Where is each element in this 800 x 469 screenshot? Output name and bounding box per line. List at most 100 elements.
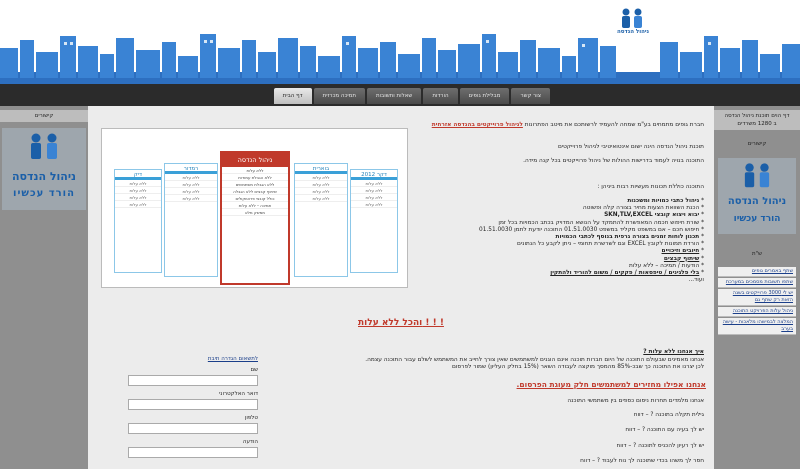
city-skyline-banner bbox=[0, 34, 800, 84]
competitor-card: דיק ללא עלות ללא עלות ללא עלות ללא עלות bbox=[114, 169, 162, 273]
tab-about[interactable]: מבלילת גופים bbox=[459, 88, 510, 104]
banner-title: ניהול הנדסה bbox=[727, 196, 787, 207]
card-row: ללא עלות bbox=[115, 180, 161, 187]
questions-intro: אנחנו מלמדים תחרות ניסום כספים בין משתמש… bbox=[567, 398, 704, 404]
card-row: ללא עלות bbox=[351, 201, 397, 208]
right-sidebar-title-line1: דף הוים תוכנת ניהול הנדסה bbox=[724, 113, 790, 119]
banner-subtitle: הורד עכשיו bbox=[13, 188, 75, 199]
competitor-card: דקר 2012 ללא עלות ללא עלות ללא עלות ללא … bbox=[350, 169, 398, 273]
question-item: גילית תקלה בתוכנה ? – דווח bbox=[633, 411, 704, 418]
card-row: תמיכה – ללא עלות bbox=[222, 202, 288, 209]
faq-link[interactable]: המלצה לבמישהו מלאכות - עישה בערב bbox=[718, 318, 796, 335]
feature-item: * יבוא ויצוא קובצי SKN,TLV,EXCEL bbox=[604, 212, 704, 219]
main-navigation: דף הבית תמיכה מכרזית שאלות ותשובות הורדו… bbox=[0, 84, 800, 106]
logo-text: ניהול הנדסה bbox=[616, 29, 650, 35]
feature-item: * הורדת תמונות לקובץ EXCEL וגם לשרשרת תח… bbox=[516, 241, 704, 248]
feature-item: * הודעות / תמיכה – ללא עלות bbox=[628, 262, 704, 269]
right-download-banner[interactable]: ניהול הנדסה הורד עכשיו bbox=[718, 158, 796, 234]
banner-subtitle: הורד עכשיו bbox=[733, 214, 781, 224]
card-row: ללא עלות bbox=[165, 188, 217, 195]
card-row: ללא הגבלת עמודות bbox=[222, 174, 288, 181]
feature-item: * הכנת השוואת הצעות מחיר בצורה קלה ופשוט… bbox=[582, 205, 704, 212]
faq-link[interactable]: שתפו תשובות מסמכים במערכת bbox=[718, 278, 796, 288]
card-row: ללא עלות bbox=[115, 194, 161, 201]
tab-faq[interactable]: שאלות ותשובות bbox=[366, 88, 422, 104]
card-row: ללא עלות bbox=[165, 181, 217, 188]
phone-input[interactable] bbox=[128, 423, 258, 434]
card-row: ללא עלות bbox=[295, 195, 347, 202]
intro-text: חברת גופים מתמחים בע"מ שמחה להעמיד לרשות… bbox=[524, 122, 704, 128]
card-row: ללא עלות bbox=[115, 187, 161, 194]
intro-line-3: התוכנה בנויה לעמוד בדרישות ההולות של ניה… bbox=[523, 158, 704, 164]
etc-text: ועוד... bbox=[688, 277, 704, 284]
card-row: ללא עלות bbox=[115, 201, 161, 208]
site-header: ניהול הנדסה bbox=[0, 0, 800, 84]
faq-links: שתף באמרים גופים שתפו תשובות מסמכים במער… bbox=[718, 267, 796, 336]
card-title: דקר 2012 bbox=[351, 170, 397, 180]
questions-section: אנחנו מלמדים תחרות ניסום כספים בין משתמש… bbox=[404, 398, 704, 466]
card-row: ללא עלות bbox=[295, 174, 347, 181]
right-sidebar-title-line2: ב 1280 משרדים bbox=[737, 121, 777, 127]
card-row: ללא עלות bbox=[165, 195, 217, 202]
card-title: בוארית bbox=[295, 164, 347, 174]
contact-form: לתשאום הגדרה תיבת שם דואר האלקטרוני טלפו… bbox=[128, 356, 258, 458]
email-label: דואר האלקטרוני bbox=[219, 391, 258, 397]
main-content: חברת גופים מתמחים בע"מ שמחה להעמיד לרשות… bbox=[88, 106, 714, 469]
feature-item: * חיפוש חכם – אם במשפט מקליד במשפט 01.51… bbox=[479, 226, 704, 233]
competitor-card: רמדור ללא עלות ללא עלות ללא עלות ללא עלו… bbox=[164, 163, 218, 277]
card-title: רמדור bbox=[165, 164, 217, 174]
faq-link[interactable]: שתף באמרים גופים bbox=[718, 267, 796, 277]
card-title: דיק bbox=[115, 170, 161, 180]
card-row: ללא עלות bbox=[351, 187, 397, 194]
left-sidebar: קישורים ניהול הנדסה הורד עכשיו bbox=[0, 106, 88, 469]
card-row: ללא הגבלת משתמשים bbox=[222, 181, 288, 188]
name-input[interactable] bbox=[128, 375, 258, 386]
competitor-card: בוארית ללא עלות ללא עלות ללא עלות ללא על… bbox=[294, 163, 348, 277]
features-title: התוכנה כוללת תכונות מעשיות רבות ביניהן : bbox=[597, 184, 704, 190]
card-row: ללא עלות bbox=[351, 194, 397, 201]
name-label: שם bbox=[250, 367, 258, 373]
question-item: חסר לך משהו בכדי שתוכנה לך נוח לעבוד ? –… bbox=[580, 458, 704, 465]
feature-item: * חיובים וזיכויים bbox=[661, 248, 704, 255]
faq-link[interactable]: יש לי 3000 פרוייקטים בשנה הזאת רק שתף גם bbox=[718, 289, 796, 306]
tab-home[interactable]: דף הבית bbox=[273, 88, 312, 104]
card-row: ממשק מלא bbox=[222, 209, 288, 216]
card-row: ללא עלות bbox=[295, 181, 347, 188]
card-row: ללא עלות bbox=[222, 167, 288, 174]
message-input[interactable] bbox=[128, 447, 258, 458]
question-item: יש לך בעיה עם התוכנה ? – דווח bbox=[625, 427, 704, 434]
tab-contact[interactable]: צור קשר bbox=[511, 88, 550, 104]
featured-card-title: ניהול הנדסה bbox=[222, 153, 288, 167]
form-title-link[interactable]: לתשאום הגדרה תיבת bbox=[128, 356, 258, 362]
intro-highlight-link[interactable]: לניהול פרוייקטים בהנדסה אזרחית bbox=[432, 122, 523, 128]
faq-section-title: ש"ת bbox=[751, 251, 763, 257]
tab-downloads[interactable]: הורדות bbox=[423, 88, 458, 104]
right-sidebar-header: דף הוים תוכנת ניהול הנדסה ב 1280 משרדים bbox=[714, 110, 800, 130]
right-sidebar: דף הוים תוכנת ניהול הנדסה ב 1280 משרדים … bbox=[714, 106, 800, 469]
message-label: הודעה bbox=[242, 439, 258, 445]
comparison-promo-image: דיק ללא עלות ללא עלות ללא עלות ללא עלות … bbox=[101, 128, 408, 288]
intro-line-2: תוכנת ניהול הנדסה הינה ישום אינטואיטיבי … bbox=[558, 144, 704, 150]
card-row: ללא עלות bbox=[351, 180, 397, 187]
features-list: * ניהול כתבי כמויות ומשכנות * הכנת השווא… bbox=[404, 198, 704, 284]
card-row: ללא עלות bbox=[295, 188, 347, 195]
intro-paragraph: חברת גופים מתמחים בע"מ שמחה להעמיד לרשות… bbox=[404, 122, 704, 130]
people-logo-icon bbox=[31, 133, 57, 159]
card-row: ללא עלות bbox=[165, 174, 217, 181]
question-item: יש לך רעיון להכניס לתוכנה ? – דווח bbox=[616, 442, 704, 449]
people-logo-icon bbox=[744, 163, 770, 188]
free-headline: והכל ללא עלות ! ! ! bbox=[358, 318, 444, 328]
tab-tender-support[interactable]: תמיכה מכרזית bbox=[313, 88, 365, 104]
card-row: כולל קובצי פרוטוקולים bbox=[222, 195, 288, 202]
feature-item: * שיתוף קבצים bbox=[663, 255, 704, 262]
feature-item: * בלי פלגינים / טיפסאות / פקקים / משום ל… bbox=[550, 270, 704, 277]
faq-link[interactable]: ניהול עלות הפרויקט התוכנה bbox=[718, 307, 796, 317]
phone-label: טלפון bbox=[244, 415, 258, 421]
revenue-share-headline: אנחנו אפילו מחזירים למשתמשים חלק מעוגת ה… bbox=[516, 380, 706, 389]
left-sidebar-title: קישורים bbox=[0, 110, 88, 122]
feature-item: * שורת חיפוש חכמה המאפשרת להתמקד על הנוש… bbox=[498, 219, 704, 226]
featured-product-card: ניהול הנדסה ללא עלות ללא הגבלת עמודות לל… bbox=[220, 151, 290, 285]
email-input[interactable] bbox=[128, 399, 258, 410]
left-download-banner[interactable]: ניהול הנדסה הורד עכשיו bbox=[2, 128, 86, 210]
banner-title: ניהול הנדסה bbox=[11, 170, 77, 183]
